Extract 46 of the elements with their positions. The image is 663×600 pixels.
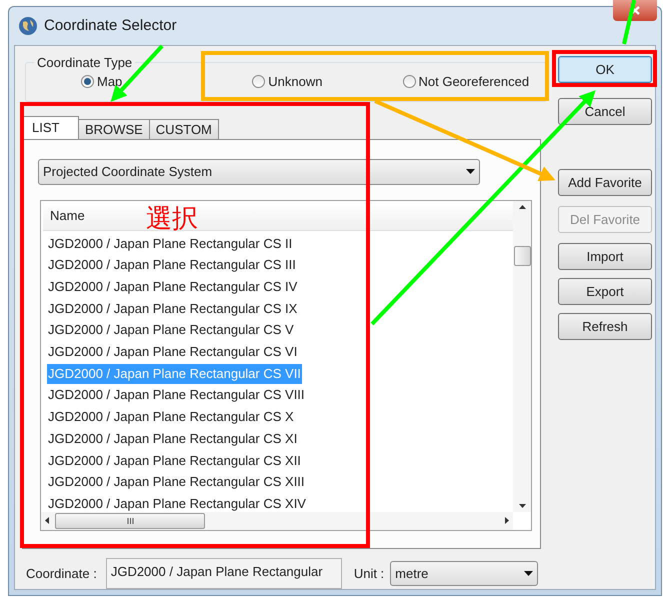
coordinate-field[interactable]: JGD2000 / Japan Plane Rectangular: [106, 558, 342, 589]
scroll-thumb[interactable]: [514, 246, 530, 266]
scroll-up-icon: [518, 204, 526, 209]
list-row[interactable]: JGD2000 / Japan Plane Rectangular CS III: [47, 255, 297, 276]
unit-label: Unit :: [354, 564, 384, 583]
dialog-button[interactable]: Cancel: [558, 98, 652, 125]
dialog-button[interactable]: Add Favorite: [558, 169, 652, 196]
scroll-right-icon: [505, 517, 509, 524]
list-row[interactable]: JGD2000 / Japan Plane Rectangular CS IX: [47, 298, 298, 319]
list-row[interactable]: JGD2000 / Japan Plane Rectangular CS XIV: [47, 494, 307, 512]
tab[interactable]: LIST: [22, 116, 79, 140]
dialog-button[interactable]: Refresh: [558, 313, 652, 340]
dialog-button[interactable]: OK: [558, 56, 652, 83]
radio-circle: [81, 75, 94, 88]
tab[interactable]: BROWSE: [79, 118, 150, 140]
globe-icon: [18, 16, 38, 36]
list-row[interactable]: JGD2000 / Japan Plane Rectangular CS VIII: [47, 385, 306, 406]
window-title: Coordinate Selector: [44, 16, 177, 36]
grip-icon: [126, 518, 134, 524]
dialog-button[interactable]: Import: [558, 243, 652, 270]
list-row[interactable]: JGD2000 / Japan Plane Rectangular CS XIII: [47, 472, 306, 492]
close-icon: [630, 6, 640, 14]
list-row[interactable]: JGD2000 / Japan Plane Rectangular CS IV: [47, 277, 298, 298]
scroll-down-icon: [518, 504, 526, 508]
system-dropdown[interactable]: Projected Coordinate System: [38, 158, 480, 185]
list-row[interactable]: JGD2000 / Japan Plane Rectangular CS II: [47, 234, 294, 254]
list-row[interactable]: JGD2000 / Japan Plane Rectangular CS V: [47, 320, 295, 340]
radio-option[interactable]: Map: [81, 72, 122, 92]
unit-dropdown[interactable]: metre: [390, 561, 538, 586]
list-row[interactable]: JGD2000 / Japan Plane Rectangular CS VI: [47, 342, 298, 362]
horizontal-scrollbar[interactable]: [41, 512, 513, 530]
radio-option[interactable]: Unknown: [252, 72, 322, 92]
list-row[interactable]: JGD2000 / Japan Plane Rectangular CS XII: [47, 450, 302, 471]
vertical-scrollbar[interactable]: [513, 200, 531, 512]
list-row[interactable]: JGD2000 / Japan Plane Rectangular CS XI: [47, 428, 298, 449]
annotation-label: 選択: [146, 203, 198, 233]
dropdown-arrow-icon: [524, 571, 534, 576]
list-row[interactable]: JGD2000 / Japan Plane Rectangular CS X: [47, 407, 295, 428]
coordinate-label: Coordinate :: [26, 564, 97, 583]
dialog-button[interactable]: Export: [558, 278, 652, 305]
scroll-left-icon: [45, 517, 49, 524]
close-button[interactable]: [613, 0, 657, 21]
tab[interactable]: CUSTOM: [150, 118, 219, 140]
dropdown-arrow-icon: [466, 169, 475, 174]
scroll-thumb[interactable]: [55, 512, 205, 529]
radio-option[interactable]: Not Georeferenced: [402, 72, 530, 92]
